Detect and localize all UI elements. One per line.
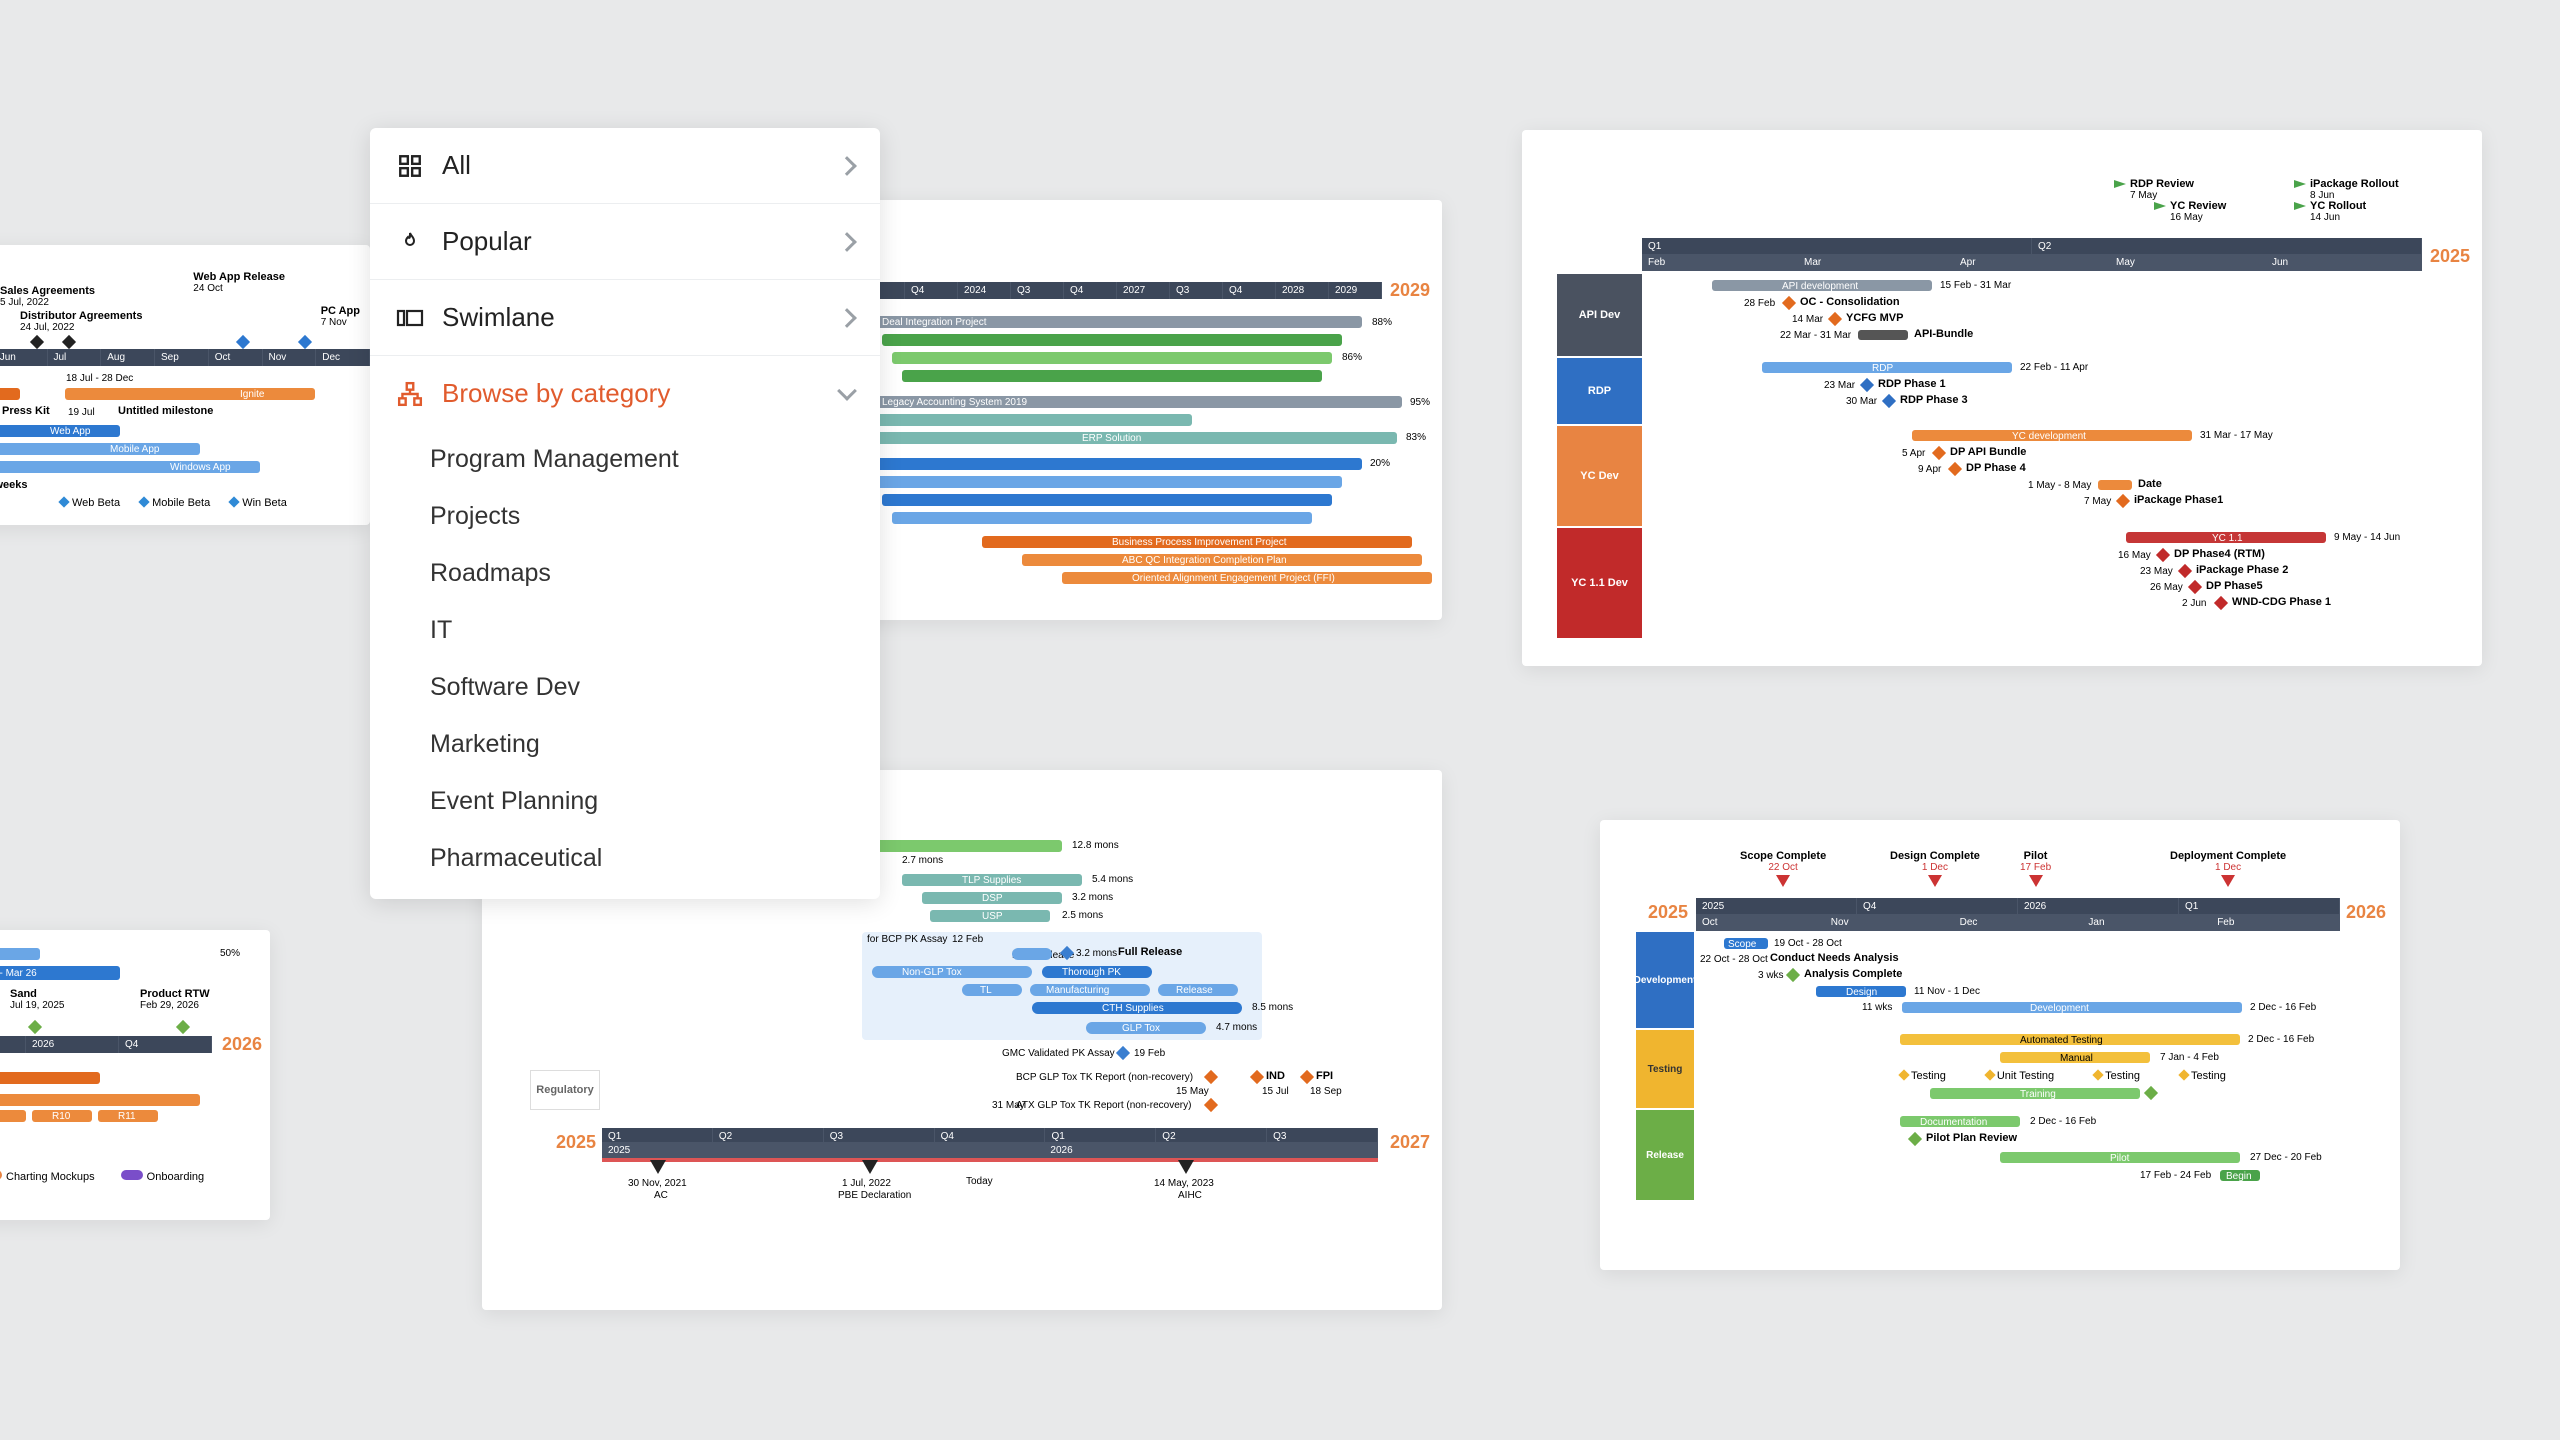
panel-item-swimlane[interactable]: Swimlane [370,280,880,356]
category-it[interactable]: IT [370,602,880,659]
template-thumb-release[interactable]: 50% Jul 18 - Mar 26 Sand Jul 19, 2025 Pr… [0,930,270,1220]
chevron-right-icon [837,156,857,176]
panel-label: Swimlane [442,302,822,333]
chevron-right-icon [837,308,857,328]
category-program-management[interactable]: Program Management [370,431,880,488]
swimlane-icon [396,304,424,332]
hierarchy-icon [396,380,424,408]
chevron-down-icon [837,381,857,401]
category-roadmaps[interactable]: Roadmaps [370,545,880,602]
category-event-planning[interactable]: Event Planning [370,773,880,830]
template-thumb-swimlane-dev[interactable]: RDP Review 7 May YC Review 16 May iPacka… [1522,130,2482,666]
grid-icon [396,152,424,180]
panel-label: Popular [442,226,822,257]
panel-label: All [442,150,822,181]
panel-item-browse[interactable]: Browse by category [370,356,880,431]
chevron-right-icon [837,232,857,252]
template-thumb-dev-swimlane[interactable]: Scope Complete 22 Oct Design Complete 1 … [1600,820,2400,1270]
panel-label: Browse by category [442,378,822,409]
category-marketing[interactable]: Marketing [370,716,880,773]
panel-item-all[interactable]: All [370,128,880,204]
template-thumb-marketing[interactable]: Sales Agreements 5 Jul, 2022 Distributor… [0,245,370,525]
flame-icon [396,228,424,256]
category-projects[interactable]: Projects [370,488,880,545]
panel-item-popular[interactable]: Popular [370,204,880,280]
category-panel: All Popular Swimlane Browse by category [370,128,880,899]
category-pharmaceutical[interactable]: Pharmaceutical [370,830,880,899]
category-software-dev[interactable]: Software Dev [370,659,880,716]
